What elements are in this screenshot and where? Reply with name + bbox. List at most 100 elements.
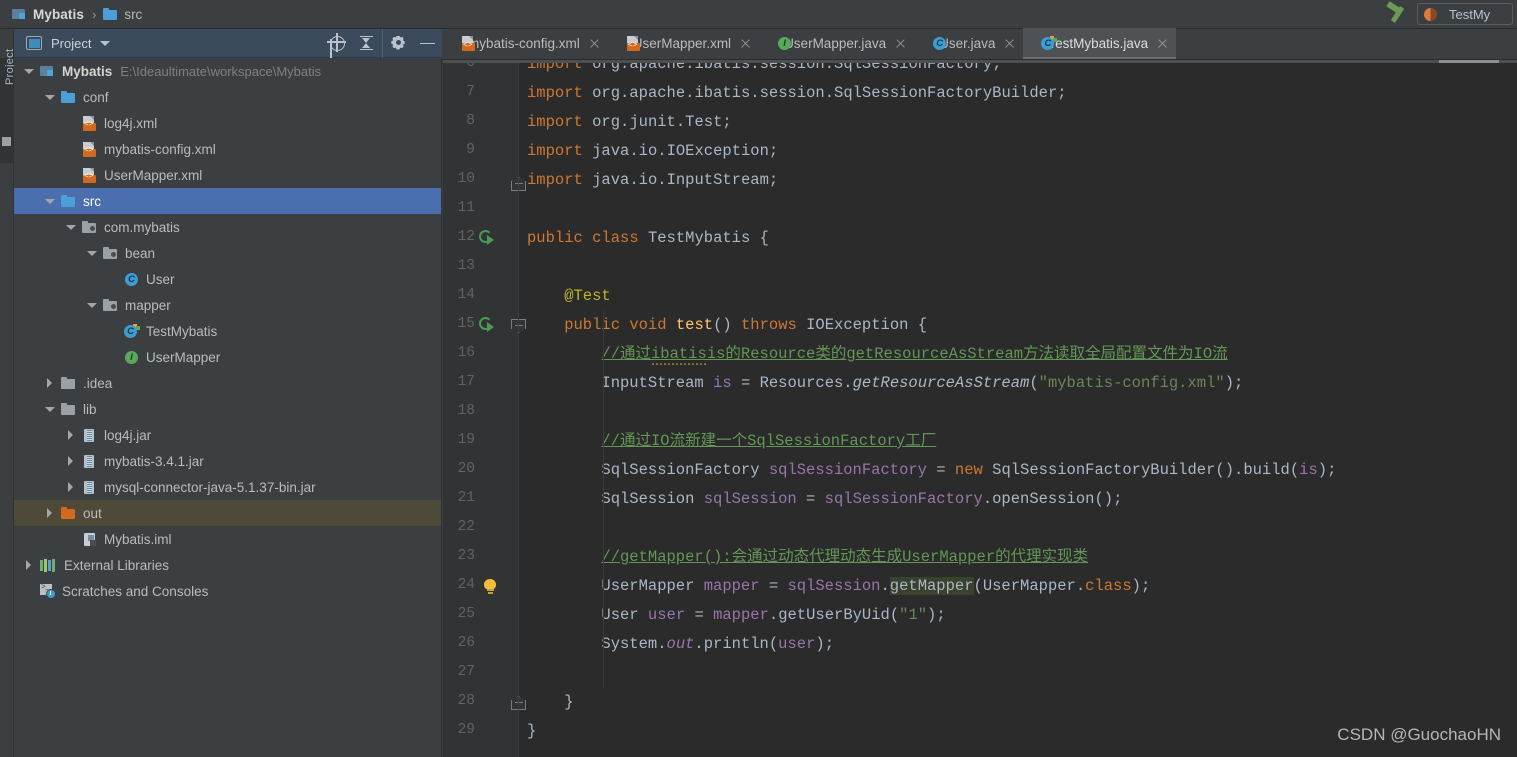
tree-node-usermapper[interactable]: UserMapper: [14, 344, 441, 370]
gutter-line-9[interactable]: 9: [443, 137, 519, 166]
gutter-line-22[interactable]: 22: [443, 514, 519, 543]
jar-icon: [82, 480, 98, 495]
collapse-arrow-icon[interactable]: [66, 482, 76, 492]
gutter-line-23[interactable]: 23: [443, 543, 519, 572]
project-tree[interactable]: Mybatis E:\Ideaultimate\workspace\Mybatis…: [14, 58, 442, 757]
tree-node-mapper[interactable]: mapper: [14, 292, 441, 318]
locate-icon[interactable]: [322, 29, 352, 58]
project-window-title: Project: [51, 35, 92, 51]
editor-gutter[interactable]: 6 7 8 9 10 11 12 13 14 15 16 17 18 19 20 21 22 23 24 25 26 27…: [443, 60, 526, 757]
collapse-all-icon[interactable]: [352, 29, 382, 58]
close-icon[interactable]: [1157, 38, 1168, 49]
editor-tabs[interactable]: mybatis-config.xml UserMapper.xml UserMapp…: [443, 28, 1517, 60]
expand-arrow-icon[interactable]: [45, 196, 55, 206]
code-editor[interactable]: 6 7 8 9 10 11 12 13 14 15 16 17 18 19 20 21 22 23 24 25 26 27…: [443, 60, 1517, 757]
tree-node-com-mybatis[interactable]: com.mybatis: [14, 214, 441, 240]
tree-node-log4j-jar[interactable]: log4j.jar: [14, 422, 441, 448]
collapse-arrow-icon[interactable]: [45, 508, 55, 518]
gutter-line-15[interactable]: 15: [443, 311, 519, 340]
tree-node-src[interactable]: src: [14, 188, 441, 214]
gutter-line-13[interactable]: 13: [443, 253, 519, 282]
tree-node-bean[interactable]: bean: [14, 240, 441, 266]
expand-arrow-icon[interactable]: [87, 248, 97, 258]
tree-node-usermapper-xml[interactable]: UserMapper.xml: [14, 162, 441, 188]
gutter-line-7[interactable]: 7: [443, 79, 519, 108]
expand-arrow-icon[interactable]: [87, 300, 97, 310]
line-number: 28: [457, 693, 475, 709]
gutter-line-16[interactable]: 16: [443, 340, 519, 369]
gutter-line-12[interactable]: 12: [443, 224, 519, 253]
chevron-down-icon[interactable]: [100, 40, 111, 46]
editor-tab-user-java[interactable]: User.java: [914, 28, 1023, 59]
gutter-line-28[interactable]: 28: [443, 688, 519, 717]
editor-tab-usermapper-xml[interactable]: UserMapper.xml: [608, 28, 759, 59]
gutter-line-11[interactable]: 11: [443, 195, 519, 224]
collapse-arrow-icon[interactable]: [45, 378, 55, 388]
run-config-label: TestMy: [1449, 6, 1491, 22]
module-icon: [12, 7, 27, 21]
close-icon[interactable]: [895, 38, 906, 49]
tree-node-mybatis[interactable]: Mybatis E:\Ideaultimate\workspace\Mybatis: [14, 58, 441, 84]
editor-tab-mybatis-config-xml[interactable]: mybatis-config.xml: [443, 28, 608, 59]
gutter-line-24[interactable]: 24: [443, 572, 519, 601]
collapse-arrow-icon[interactable]: [24, 560, 34, 570]
expand-arrow-icon[interactable]: [45, 92, 55, 102]
gear-icon[interactable]: [382, 28, 412, 58]
breadcrumb-project[interactable]: Mybatis: [33, 7, 84, 22]
tree-node-user[interactable]: User: [14, 266, 441, 292]
test-class-icon: [124, 323, 140, 339]
gutter-line-20[interactable]: 20: [443, 456, 519, 485]
tree-node-conf[interactable]: conf: [14, 84, 441, 110]
gutter-line-18[interactable]: 18: [443, 398, 519, 427]
editor-tab-label: User.java: [939, 36, 996, 51]
gutter-line-10[interactable]: 10: [443, 166, 519, 195]
editor-tab-testmybatis-java[interactable]: TestMybatis.java: [1023, 28, 1177, 59]
gutter-line-25[interactable]: 25: [443, 601, 519, 630]
xml-file-icon: [82, 115, 98, 131]
folder-icon: [103, 8, 118, 20]
tree-node-idea[interactable]: .idea: [14, 370, 441, 396]
run-test-icon[interactable]: [479, 230, 497, 247]
line-number: 12: [457, 229, 475, 245]
code-line-12: public class TestMybatis {: [527, 229, 769, 247]
run-configuration-selector[interactable]: TestMy: [1417, 3, 1513, 25]
tree-node-testmybatis[interactable]: TestMybatis: [14, 318, 441, 344]
gutter-line-27[interactable]: 27: [443, 659, 519, 688]
gutter-line-19[interactable]: 19: [443, 427, 519, 456]
gutter-line-17[interactable]: 17: [443, 369, 519, 398]
close-icon[interactable]: [589, 38, 600, 49]
close-icon[interactable]: [740, 38, 751, 49]
tree-node-mybatis-iml[interactable]: Mybatis.iml: [14, 526, 441, 552]
editor-code-area[interactable]: import org.apache.ibatis.session.SqlSess…: [519, 60, 1517, 757]
expand-arrow-icon[interactable]: [45, 404, 55, 414]
horizontal-scrollbar[interactable]: [443, 60, 1517, 63]
run-test-icon[interactable]: [479, 317, 497, 334]
collapse-arrow-icon[interactable]: [66, 430, 76, 440]
tree-node-mybatis-3-4-1-jar[interactable]: mybatis-3.4.1.jar: [14, 448, 441, 474]
minimize-icon[interactable]: [412, 29, 442, 58]
gutter-line-8[interactable]: 8: [443, 108, 519, 137]
breadcrumb-folder[interactable]: src: [124, 7, 142, 22]
close-icon[interactable]: [1004, 38, 1015, 49]
tree-node-log4j-xml[interactable]: log4j.xml: [14, 110, 441, 136]
tree-node-out[interactable]: out: [14, 500, 441, 526]
code-line-7: import org.apache.ibatis.session.SqlSess…: [527, 84, 1067, 102]
editor-tab-usermapper-java[interactable]: UserMapper.java: [759, 28, 914, 59]
tree-node-lib[interactable]: lib: [14, 396, 441, 422]
stripe-structure-icon[interactable]: [2, 137, 11, 146]
expand-arrow-icon[interactable]: [24, 66, 34, 76]
expand-arrow-icon[interactable]: [66, 222, 76, 232]
tree-node-label: out: [83, 505, 102, 521]
gutter-line-21[interactable]: 21: [443, 485, 519, 514]
gutter-line-29[interactable]: 29: [443, 717, 519, 746]
gutter-line-14[interactable]: 14: [443, 282, 519, 311]
collapse-arrow-icon[interactable]: [66, 456, 76, 466]
intention-bulb-icon[interactable]: [483, 577, 497, 595]
tree-node-mybatis-config-xml[interactable]: mybatis-config.xml: [14, 136, 441, 162]
tree-node-external-libraries[interactable]: External Libraries: [14, 552, 441, 578]
watermark: CSDN @GuochaoHN: [1337, 725, 1501, 744]
gutter-line-26[interactable]: 26: [443, 630, 519, 659]
hammer-icon[interactable]: [1385, 3, 1411, 25]
tree-node-scratches-and-consoles[interactable]: Scratches and Consoles: [14, 578, 441, 604]
tree-node-mysql-connector-java-5-1-37-bin-jar[interactable]: mysql-connector-java-5.1.37-bin.jar: [14, 474, 441, 500]
